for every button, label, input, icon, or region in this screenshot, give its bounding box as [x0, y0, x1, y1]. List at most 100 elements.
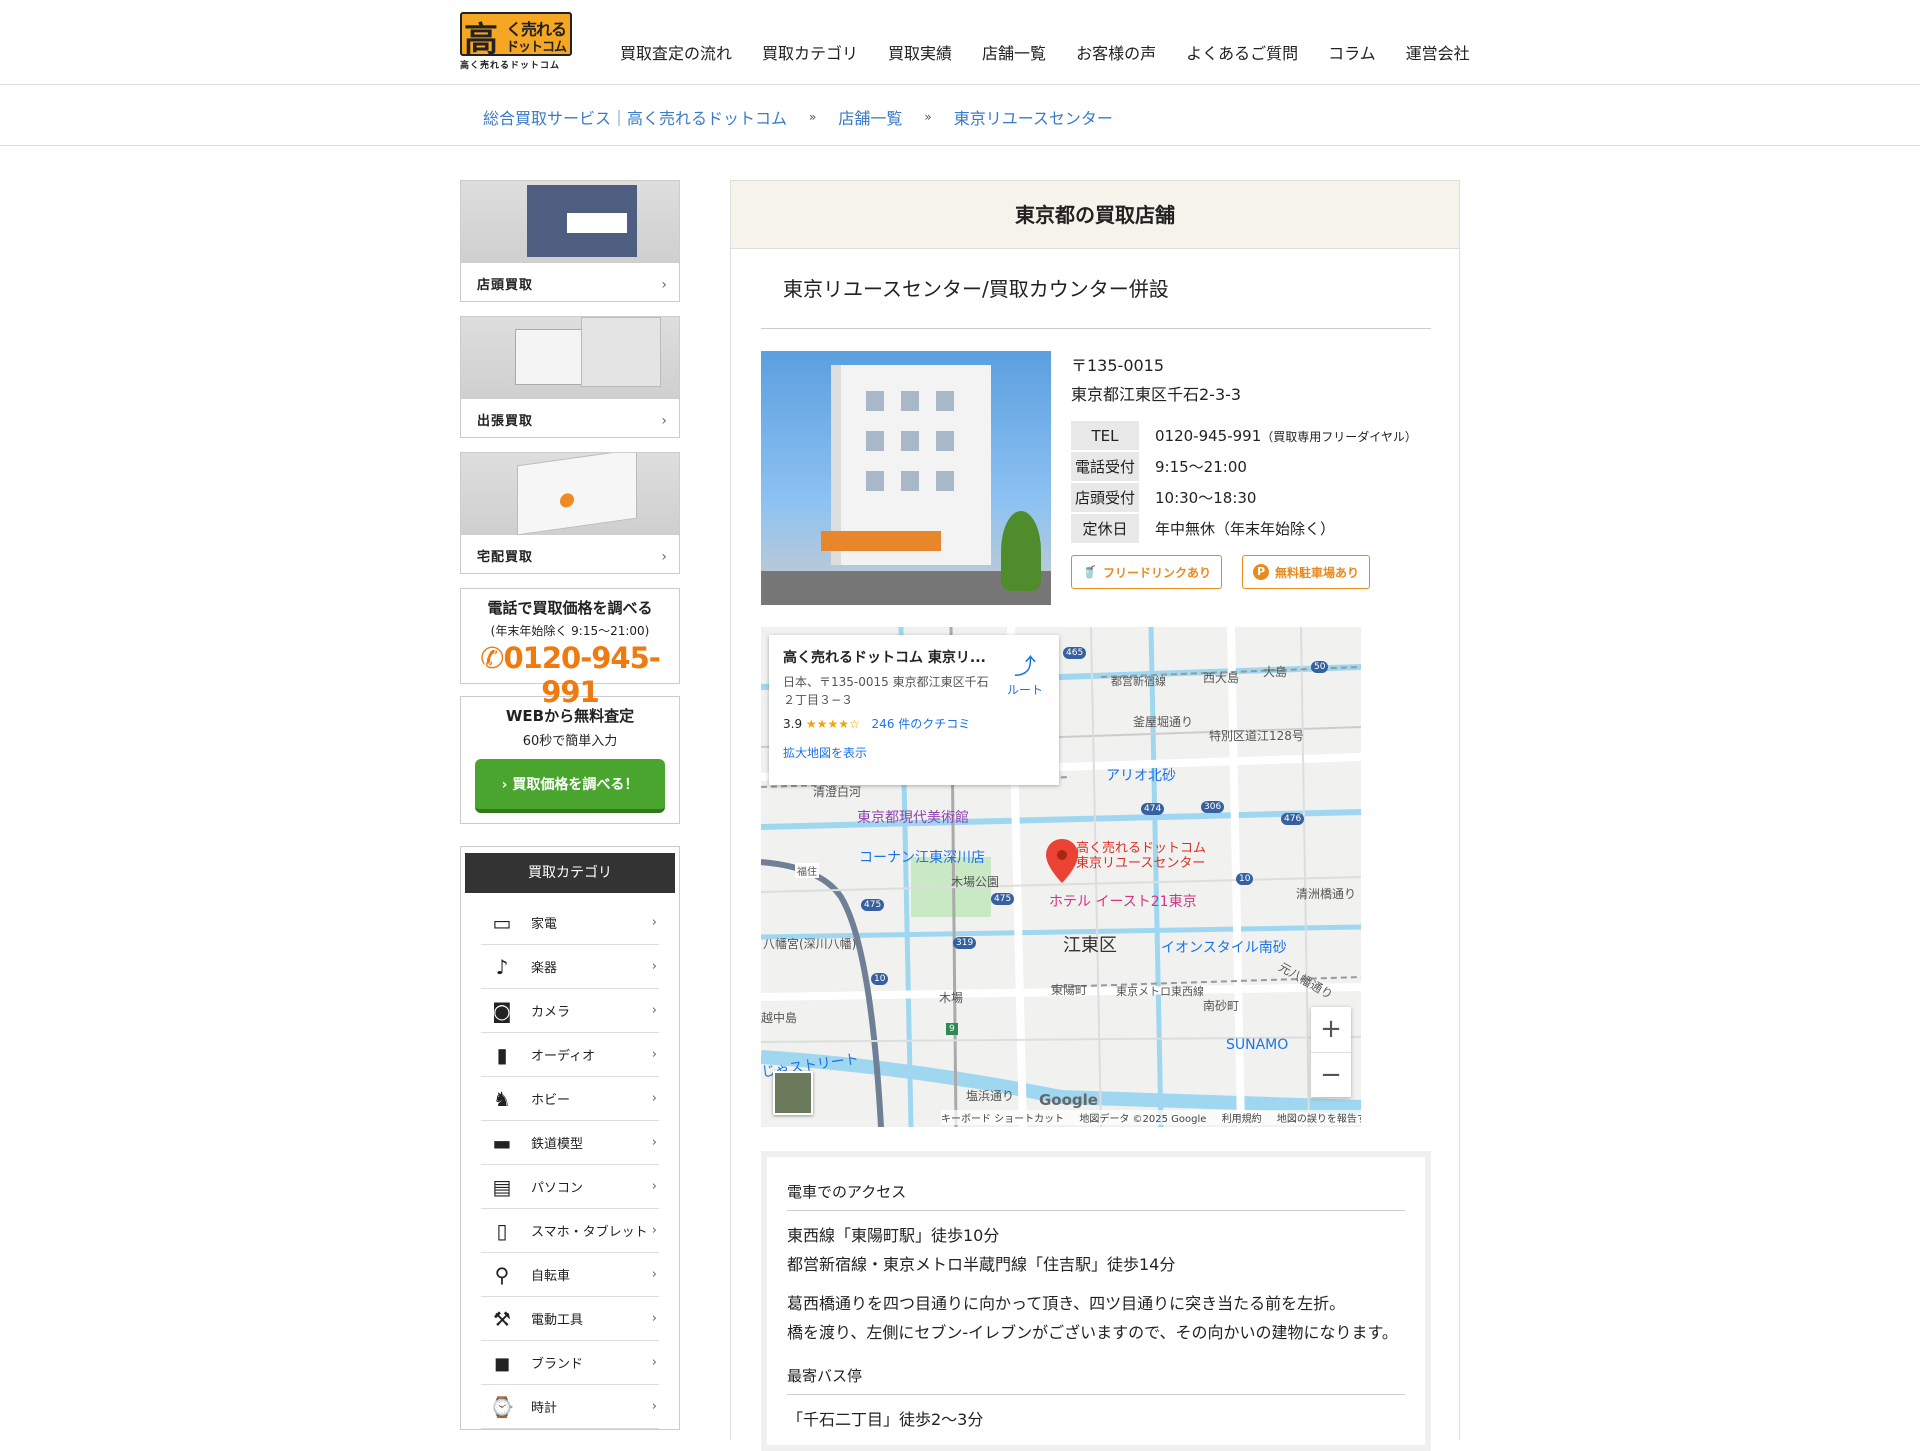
service-delivery[interactable]: 宅配買取 › — [460, 452, 680, 574]
place-card: 高く売れるドットコム 東京リ... 日本、〒135-0015 東京都江東区千石２… — [769, 635, 1059, 785]
nav-voices[interactable]: お客様の声 — [1076, 40, 1156, 64]
enlarge-map-link[interactable]: 拡大地図を表示 — [783, 744, 1045, 761]
nav-stores[interactable]: 店舗一覧 — [982, 40, 1046, 64]
category-heading: 買取カテゴリ — [465, 853, 675, 893]
category-item-smartphone[interactable]: ▯ スマホ・タブレット › — [481, 1209, 659, 1253]
store-info: 〒135-0015 東京都江東区千石2-3-3 TEL 0120-945-991（… — [1071, 351, 1417, 589]
category-item-power-tool[interactable]: ⚒ 電動工具 › — [481, 1297, 659, 1341]
tel-banner[interactable]: 電話で買取価格を調べる (年末年始除く 9:15〜21:00) ✆0120-94… — [460, 588, 680, 709]
map-label-konan: コーナン江東深川店 — [859, 850, 985, 866]
info-row-store-hours: 店頭受付 10:30〜18:30 — [1071, 483, 1417, 512]
nav-column[interactable]: コラム — [1328, 40, 1376, 64]
chevron-right-icon: › — [501, 777, 513, 793]
category-item-railway[interactable]: ▬ 鉄道模型 › — [481, 1121, 659, 1165]
category-item-appliance[interactable]: ▭ 家電 › — [481, 901, 659, 945]
check-price-button[interactable]: › 買取価格を調べる！ — [475, 759, 665, 813]
map-label-kiba: 木場 — [939, 991, 964, 1005]
page-title: 東京都の買取店舗 — [731, 181, 1459, 249]
nav-faq[interactable]: よくあるご質問 — [1186, 40, 1298, 64]
badge-free-drink: 🥤 フリードリンクあり — [1071, 555, 1222, 589]
map-label-shiohama: 塩浜通り — [966, 1089, 1015, 1103]
category-item-hobby[interactable]: ♞ ホビー › — [481, 1077, 659, 1121]
amenity-badges: 🥤 フリードリンクあり P 無料駐車場あり — [1071, 555, 1417, 589]
map-label-ario: アリオ北砂 — [1106, 768, 1176, 784]
report-error-link[interactable]: 地図の誤りを報告する — [1277, 1114, 1361, 1125]
chevron-right-icon: › — [651, 1355, 657, 1370]
map-label-shinjuku-line: 都営新宿線 — [1111, 675, 1166, 688]
chevron-right-icon: › — [651, 1267, 657, 1282]
info-row-holiday: 定休日 年中無休（年末年始除く） — [1071, 514, 1417, 543]
map-label-hotel: ホテル イースト21東京 — [1049, 894, 1197, 910]
category-item-bicycle[interactable]: ⚲ 自転車 › — [481, 1253, 659, 1297]
reviews-link[interactable]: 246 件のクチコミ — [872, 717, 971, 731]
route-marker: 306 — [1201, 801, 1225, 813]
train-access-heading: 電車でのアクセス — [787, 1181, 1405, 1211]
nav-company[interactable]: 運営会社 — [1406, 40, 1470, 64]
satellite-toggle[interactable] — [773, 1071, 813, 1115]
service-store[interactable]: 店頭買取 › — [460, 180, 680, 302]
category-item-instrument[interactable]: ♪ 楽器 › — [481, 945, 659, 989]
global-nav: 買取査定の流れ 買取カテゴリ 買取実績 店舗一覧 お客様の声 よくあるご質問 コ… — [620, 40, 1500, 64]
map-label-nishiojima: 西大島 — [1203, 671, 1240, 685]
chevron-right-icon: › — [651, 1003, 657, 1018]
divider — [761, 328, 1431, 329]
store-photo — [761, 351, 1051, 605]
map-label-kiyosu: 清洲橋通り — [1296, 887, 1357, 901]
nav-results[interactable]: 買取実績 — [888, 40, 952, 64]
keyboard-shortcuts-link[interactable]: キーボード ショートカット — [941, 1114, 1064, 1125]
route-marker: 475 — [991, 893, 1015, 905]
google-logo: Google — [1039, 1091, 1098, 1109]
breadcrumb-home[interactable]: 総合買取サービス｜高く売れるドットコム — [483, 105, 787, 129]
map-label-kiyosumi: 清澄白河 — [813, 785, 862, 799]
map-label-store: 高く売れるドットコム 東京リユースセンター — [1076, 841, 1207, 871]
store-photo — [461, 181, 679, 263]
info-row-phone-hours: 電話受付 9:15〜21:00 — [1071, 452, 1417, 481]
chevron-right-icon: › — [661, 413, 667, 429]
route-button[interactable]: ⤴ ルート — [1007, 649, 1043, 698]
bus-stop-text: 「千石二丁目」徒歩2〜3分 — [787, 1410, 984, 1429]
speaker-icon: ▮ — [496, 1042, 508, 1067]
service-visit[interactable]: 出張買取 › — [460, 316, 680, 438]
category-item-watch[interactable]: ⌚ 時計 › — [481, 1385, 659, 1429]
chevron-right-icon: › — [651, 1311, 657, 1326]
watch-icon: ⌚ — [489, 1394, 515, 1419]
route-marker: 10 — [1236, 873, 1254, 885]
chevron-right-icon: › — [661, 277, 667, 293]
nav-category[interactable]: 買取カテゴリ — [762, 40, 858, 64]
breadcrumb-current[interactable]: 東京リユースセンター — [954, 105, 1113, 129]
zoom-in-button[interactable]: + — [1311, 1007, 1351, 1052]
directions-text: 葛西橋通りを四つ目通りに向かって頂き、四ツ目通りに突き当たる前を左折。 橋を渡り… — [787, 1294, 1398, 1342]
chevron-right-icon: › — [651, 1399, 657, 1414]
category-item-brand[interactable]: ◼ ブランド › — [481, 1341, 659, 1385]
postal-code: 〒135-0015 — [1071, 356, 1165, 375]
map-label-sunamo: SUNAMO — [1226, 1037, 1289, 1053]
map-label-fukuzumi: 福住 — [795, 863, 819, 878]
breadcrumb-stores[interactable]: 店舗一覧 — [838, 105, 902, 129]
route-marker: 476 — [1281, 813, 1305, 825]
site-header: 高 く売れる ドットコム 高く売れるドットコム 買取査定の流れ 買取カテゴリ 買… — [0, 0, 1920, 85]
drink-icon: 🥤 — [1082, 565, 1097, 579]
category-menu: 買取カテゴリ ▭ 家電 › ♪ 楽器 › ◙ カメラ › ▮ オーディオ › ♞ ホビー › ▬ 鉄道… — [460, 846, 680, 1430]
figure-icon: ♞ — [493, 1086, 511, 1111]
nav-flow[interactable]: 買取査定の流れ — [620, 40, 732, 64]
google-map[interactable]: 江東区 高く売れるドットコム 東京リユースセンター ホテル イースト21東京 イ… — [761, 627, 1361, 1127]
terms-link[interactable]: 利用規約 — [1222, 1114, 1262, 1125]
access-info: 電車でのアクセス 東西線「東陽町駅」徒歩10分 都営新宿線・東京メトロ半蔵門線「… — [761, 1151, 1431, 1451]
map-label-tozai-line: 東京メトロ東西線 — [1116, 985, 1204, 998]
category-item-pc[interactable]: ▤ パソコン › — [481, 1165, 659, 1209]
zoom-out-button[interactable]: − — [1311, 1052, 1351, 1097]
route-marker: 319 — [953, 937, 977, 949]
phone-icon: ✆ — [480, 641, 504, 675]
category-item-audio[interactable]: ▮ オーディオ › — [481, 1033, 659, 1077]
store-tel[interactable]: 0120-945-991 — [1155, 427, 1261, 445]
bicycle-icon: ⚲ — [494, 1262, 510, 1287]
site-logo[interactable]: 高 く売れる ドットコム 高く売れるドットコム — [460, 12, 572, 71]
category-item-camera[interactable]: ◙ カメラ › — [481, 989, 659, 1033]
place-rating: 3.9 ★★★★☆ 246 件のクチコミ — [783, 717, 971, 731]
smartphone-icon: ▯ — [496, 1218, 508, 1243]
web-title: WEBから無料査定 — [505, 707, 635, 725]
store-address: 東京都江東区千石2-3-3 — [1071, 385, 1242, 404]
box-photo — [461, 453, 679, 535]
microwave-icon: ▭ — [492, 910, 512, 935]
truck-photo — [461, 317, 679, 399]
